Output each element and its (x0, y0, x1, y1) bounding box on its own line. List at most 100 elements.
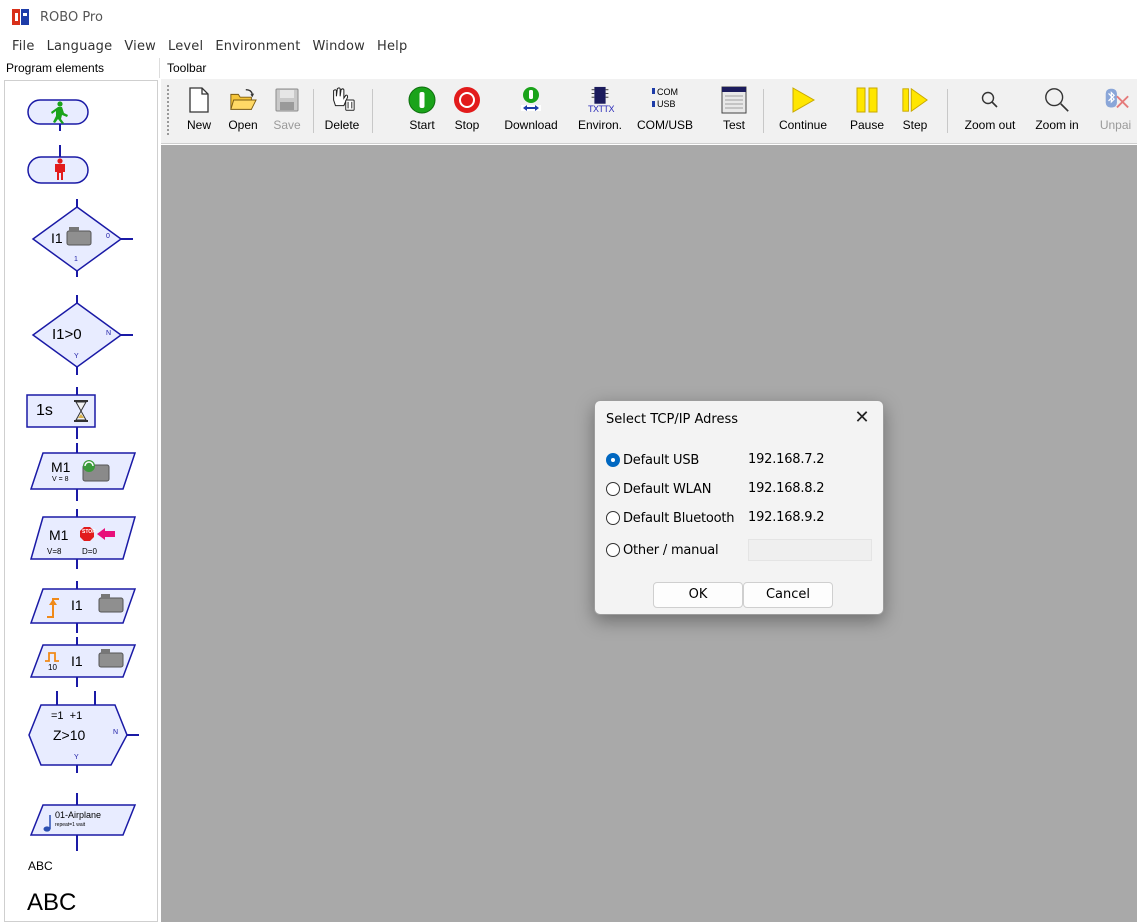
menu-file[interactable]: File (6, 39, 41, 54)
stop-button[interactable]: Stop (449, 85, 485, 141)
save-button[interactable]: Save (269, 85, 305, 141)
ok-button[interactable]: OK (653, 582, 743, 608)
test-window-icon (720, 85, 748, 115)
program-elements-panel[interactable]: I1 0 1 I1>0 N Y 1s M1 V = 8 STOP M1 V=8 … (4, 80, 158, 922)
environ-icon-text: TXTTX (588, 104, 615, 114)
menu-window[interactable]: Window (307, 39, 371, 54)
pause-button[interactable]: Pause (845, 85, 889, 141)
menu-level[interactable]: Level (162, 39, 209, 54)
delete-button[interactable]: Delete (320, 85, 364, 141)
toolbar-separator (313, 89, 314, 133)
toolbar-grip[interactable] (167, 85, 169, 135)
toolbar-separator (763, 89, 764, 133)
zoom-out-button[interactable]: Zoom out (959, 85, 1021, 141)
radio-button[interactable] (606, 511, 620, 525)
sound-element[interactable]: 01-Airplane repeat=1 wait (23, 793, 147, 851)
wait-input-element[interactable]: I1 (23, 581, 147, 633)
compare-no: N (106, 330, 112, 337)
open-button[interactable]: Open (223, 85, 263, 141)
cancel-button[interactable]: Cancel (743, 582, 833, 608)
branch-input-yes: 1 (74, 256, 78, 263)
title-bar: ROBO Pro (0, 0, 1137, 34)
download-icon (517, 85, 545, 115)
wait-element[interactable]: 1s (23, 387, 147, 439)
bluetooth-unpair-icon (1102, 85, 1130, 115)
radio-button[interactable] (606, 453, 620, 467)
counter-loop-element[interactable]: =1 +1 Z>10 N Y (23, 691, 147, 773)
zoom-in-button[interactable]: Zoom in (1031, 85, 1083, 141)
radio-button[interactable] (606, 543, 620, 557)
compare-label: I1>0 (52, 326, 82, 343)
com-usb-button[interactable]: COM USB COM/USB (637, 85, 693, 141)
start-label: Start (409, 118, 435, 132)
stop-red-icon (453, 85, 481, 115)
delete-hand-trash-icon (328, 85, 356, 115)
menu-environment[interactable]: Environment (209, 39, 306, 54)
radio-default-wlan[interactable]: Default WLAN (606, 480, 711, 498)
pause-label: Pause (849, 118, 885, 132)
robo-pro-window: ROBO Pro File Language View Level Enviro… (0, 0, 1137, 922)
radio-other-manual[interactable]: Other / manual (606, 541, 719, 559)
text-large-element[interactable]: ABC (27, 889, 76, 917)
start-green-icon (408, 85, 436, 115)
menu-language[interactable]: Language (41, 39, 119, 54)
open-label: Open (228, 118, 258, 132)
test-button[interactable]: Test (717, 85, 751, 141)
stop-label: Stop (454, 118, 480, 132)
usb-icon-text: USB (657, 99, 676, 109)
com-usb-icon: COM USB (648, 85, 682, 115)
radio-label: Other / manual (623, 542, 719, 558)
ip-default-bluetooth: 192.168.9.2 (748, 510, 825, 525)
app-logo-icon (12, 8, 30, 26)
new-button[interactable]: New (179, 85, 219, 141)
radio-default-bluetooth[interactable]: Default Bluetooth (606, 509, 735, 527)
radio-label: Default Bluetooth (623, 510, 735, 526)
menu-view[interactable]: View (118, 39, 162, 54)
program-elements-header: Program elements (0, 58, 160, 78)
radio-label: Default WLAN (623, 481, 712, 497)
pulse-count: 10 (48, 663, 57, 672)
download-button[interactable]: Download (499, 85, 563, 141)
text-small-element[interactable]: ABC (28, 859, 53, 873)
toolbar-separator (947, 89, 948, 133)
toolbar-header: Toolbar (167, 61, 207, 75)
pulse-counter-element[interactable]: 10 I1 (23, 637, 147, 687)
counter-condition: Z>10 (53, 727, 86, 743)
branch-input-label: I1 (51, 230, 63, 246)
branch-input-element[interactable]: I1 0 1 (23, 199, 147, 277)
environ-button[interactable]: TXTTX Environ. (575, 85, 625, 141)
stop-sign-text: STOP (82, 529, 96, 535)
window-title: ROBO Pro (40, 9, 103, 25)
branch-compare-element[interactable]: I1>0 N Y (23, 295, 147, 375)
pause-icon (853, 85, 881, 115)
manual-ip-input[interactable] (748, 539, 872, 561)
zoom-out-label: Zoom out (964, 118, 1016, 132)
save-disk-icon (273, 85, 301, 115)
continue-button[interactable]: Continue (773, 85, 833, 141)
sound-name: 01-Airplane (55, 810, 102, 820)
end-element[interactable] (27, 145, 93, 189)
test-label: Test (722, 118, 745, 132)
compare-yes: Y (74, 353, 79, 360)
zoom-in-label: Zoom in (1035, 118, 1079, 132)
motor-stop-element[interactable]: STOP M1 V=8 D=0 (23, 509, 147, 569)
motor-stop-speed: V=8 (47, 547, 62, 556)
sound-sub: repeat=1 wait (55, 822, 86, 828)
unpair-button[interactable]: Unpai (1094, 85, 1137, 141)
menu-help[interactable]: Help (371, 39, 413, 54)
radio-button[interactable] (606, 482, 620, 496)
step-button[interactable]: Step (895, 85, 935, 141)
controller-chip-icon: TXTTX (586, 85, 615, 115)
download-label: Download (504, 118, 558, 132)
close-icon[interactable]: ✕ (851, 407, 873, 429)
zoom-out-icon (976, 85, 1004, 115)
start-element[interactable] (27, 95, 93, 131)
wait-input-label: I1 (71, 597, 83, 613)
ip-default-wlan: 192.168.8.2 (748, 481, 825, 496)
motor-element[interactable]: M1 V = 8 (23, 443, 147, 501)
radio-default-usb[interactable]: Default USB (606, 451, 699, 469)
counter-no: N (113, 729, 119, 736)
start-button[interactable]: Start (404, 85, 440, 141)
step-icon (901, 85, 929, 115)
wait-label: 1s (36, 402, 53, 419)
